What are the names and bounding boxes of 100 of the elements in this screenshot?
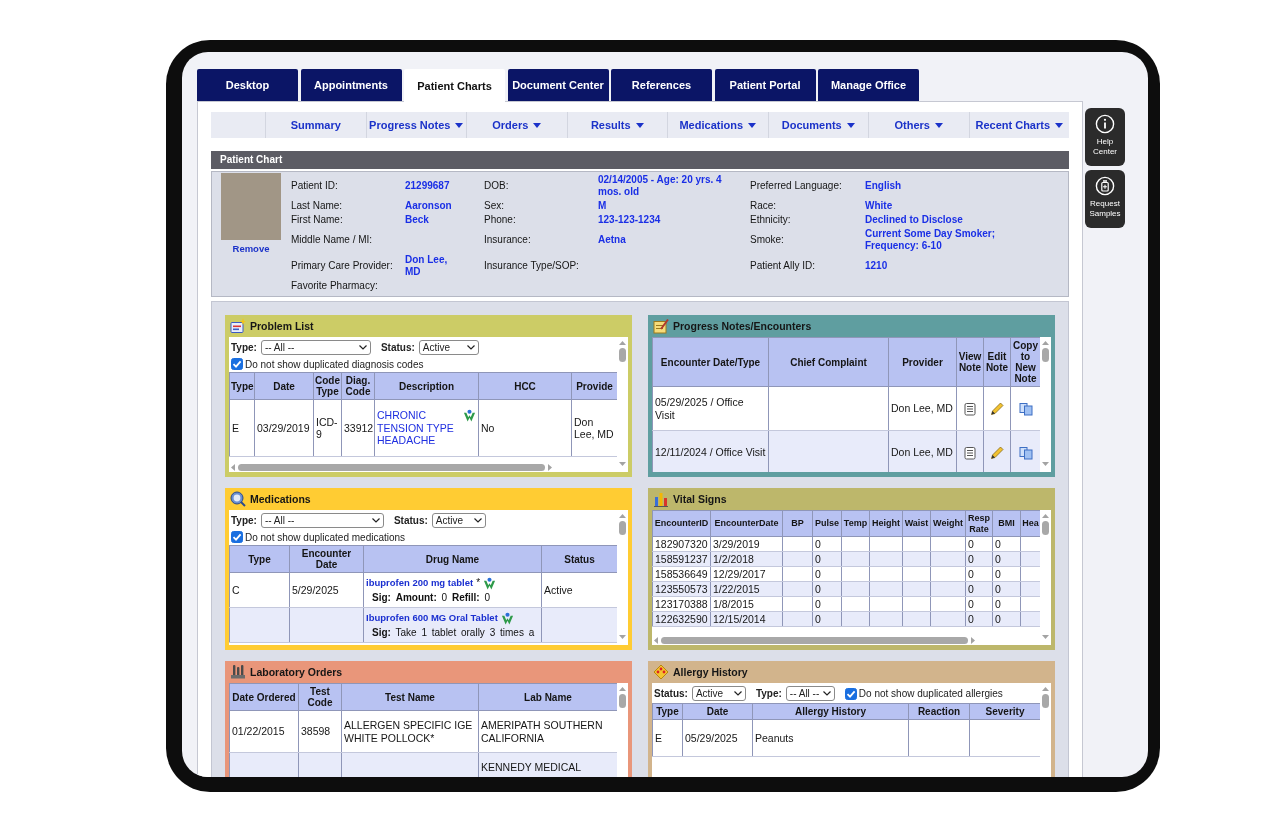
dropdown[interactable]: Active — [418, 340, 479, 355]
table-cell: 0 — [965, 581, 993, 597]
column-header: Provider — [888, 337, 957, 387]
pencil-icon[interactable] — [990, 401, 1004, 416]
scrollbar-thumb[interactable] — [1042, 348, 1049, 362]
column-header: Weight — [930, 510, 966, 537]
scrollbar-thumb[interactable] — [619, 348, 626, 362]
field-value: Beck — [405, 214, 430, 226]
scroll-up-icon[interactable] — [1042, 687, 1049, 691]
column-header: Encounter Date/Type — [652, 337, 769, 387]
menu-item[interactable]: Recent Charts — [968, 112, 1069, 138]
nav-tab[interactable]: Desktop — [197, 69, 298, 101]
photo-placeholder — [221, 173, 281, 240]
field-value: Declined to Disclose — [865, 214, 964, 226]
scroll-up-icon[interactable] — [619, 514, 626, 518]
table-cell: 0 — [965, 566, 993, 582]
bar-chart-icon — [653, 491, 669, 507]
scroll-up-icon[interactable] — [619, 341, 626, 345]
table-cell: 38598 — [298, 710, 342, 753]
magnifier-icon — [230, 491, 246, 507]
scrollbar-thumb[interactable] — [619, 521, 626, 535]
column-header: Diag. Code — [341, 372, 375, 400]
table-cell: 0 — [992, 581, 1021, 597]
column-header: Lab Name — [478, 683, 617, 711]
scrollbar-thumb[interactable] — [238, 463, 546, 471]
scroll-up-icon[interactable] — [619, 687, 626, 691]
copy-icon[interactable] — [1018, 445, 1033, 460]
table-cell: 0 — [992, 596, 1021, 612]
nav-tab[interactable]: Document Center — [507, 69, 609, 101]
menu-item[interactable]: Medications — [667, 112, 768, 138]
field-label: Middle Name / MI: — [291, 234, 374, 246]
nav-tab[interactable]: References — [611, 69, 712, 101]
side-button[interactable]: Request Samples — [1085, 170, 1125, 228]
scroll-down-icon[interactable] — [619, 462, 626, 466]
scroll-up-icon[interactable] — [1042, 514, 1049, 518]
sig-text: Sig: Take 1 tablet orally 3 times a — [371, 626, 536, 639]
scroll-down-icon[interactable] — [1042, 462, 1049, 466]
notepad-icon[interactable] — [963, 445, 977, 460]
nav-tab[interactable]: Patient Portal — [714, 69, 816, 101]
widget-title: Vital Signs — [673, 493, 727, 505]
widget-title: Allergy History — [673, 666, 748, 678]
pencil-icon[interactable] — [990, 445, 1004, 460]
notepad-icon[interactable] — [963, 401, 977, 416]
drug-link[interactable]: ibuprofen 200 mg tablet — [366, 576, 474, 590]
table-cell: 0 — [965, 551, 993, 567]
dropdown[interactable]: Active — [691, 686, 746, 701]
menu-item[interactable]: Others — [868, 112, 969, 138]
nav-tab[interactable]: Manage Office — [818, 69, 919, 101]
table-cell: 0 — [965, 596, 993, 612]
widget-title: Progress Notes/Encounters — [673, 320, 812, 332]
column-header: Test Name — [341, 683, 479, 711]
column-header: Type — [652, 703, 683, 720]
dropdown[interactable]: -- All -- — [260, 513, 384, 528]
scroll-left-icon[interactable] — [654, 636, 658, 644]
scrollbar-thumb[interactable] — [1042, 521, 1049, 535]
column-header: BMI — [992, 510, 1021, 537]
column-header: Drug Name — [363, 545, 542, 573]
nav-tab[interactable]: Appointments — [300, 69, 402, 101]
info-icon — [1095, 114, 1115, 134]
scrollbar-thumb[interactable] — [661, 636, 969, 644]
field-label: DOB: — [484, 180, 510, 192]
scroll-right-icon[interactable] — [548, 463, 553, 471]
remove-link[interactable]: Remove — [232, 243, 270, 255]
scroll-right-icon[interactable] — [971, 636, 976, 644]
dropdown[interactable]: Active — [431, 513, 486, 528]
column-header: EncounterDate — [710, 510, 783, 537]
nav-tab[interactable]: Patient Charts — [404, 69, 505, 102]
column-header: Reaction — [908, 703, 970, 720]
filter-label: Status: — [380, 342, 415, 353]
checkbox[interactable] — [844, 687, 857, 700]
menu-item[interactable]: Orders — [466, 112, 567, 138]
card-sparkle-icon — [230, 318, 246, 334]
scroll-down-icon[interactable] — [619, 635, 626, 639]
scrollbar-thumb[interactable] — [619, 694, 626, 708]
menu-item[interactable]: Results — [566, 112, 667, 138]
column-header: Hea — [1020, 510, 1040, 537]
scroll-left-icon[interactable] — [231, 463, 235, 471]
menu-item[interactable]: Documents — [767, 112, 868, 138]
column-header: Type — [229, 545, 290, 573]
column-header: Allergy History — [752, 703, 909, 720]
dropdown[interactable]: -- All -- — [260, 340, 371, 355]
column-header: Height — [869, 510, 903, 537]
table-cell: 182907320 — [652, 536, 711, 552]
table-cell: 1/8/2015 — [710, 596, 783, 612]
footnote-mark: * — [476, 576, 481, 590]
scroll-down-icon[interactable] — [1042, 635, 1049, 639]
menu-item[interactable]: Progress Notes — [365, 112, 466, 138]
scrollbar-thumb[interactable] — [1042, 694, 1049, 708]
scroll-up-icon[interactable] — [1042, 341, 1049, 345]
checkbox[interactable] — [231, 531, 243, 543]
column-header: Date Ordered — [229, 683, 299, 711]
drug-link[interactable]: Ibuprofen 600 MG Oral Tablet — [366, 611, 498, 625]
dropdown[interactable]: -- All -- — [785, 686, 835, 701]
side-button[interactable]: Help Center — [1085, 108, 1125, 166]
menu-item[interactable]: Summary — [265, 112, 366, 138]
checkbox[interactable] — [231, 358, 243, 370]
copy-icon[interactable] — [1018, 401, 1033, 416]
field-value: Don Lee, MD — [405, 254, 449, 278]
table-cell: No — [478, 399, 572, 457]
column-header: Description — [374, 372, 479, 400]
